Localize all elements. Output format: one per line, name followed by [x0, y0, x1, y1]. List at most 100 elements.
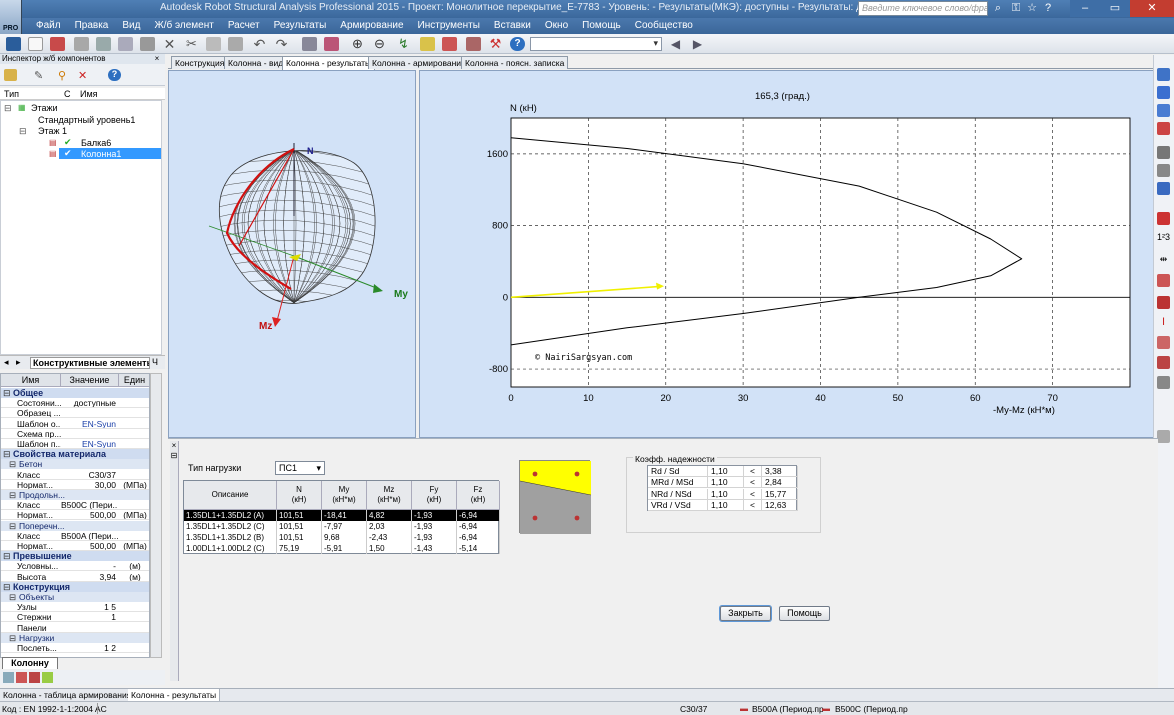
search-input[interactable]: Введите ключевое слово/фразу [858, 1, 988, 16]
loads-icon[interactable] [442, 37, 457, 51]
prop-row[interactable]: Шаблон о... EN-Syun [1, 419, 149, 429]
app-logo[interactable]: PRO [0, 0, 22, 34]
tab-column-notes[interactable]: Колонна - поясн. записка [461, 56, 569, 69]
redo-icon[interactable]: ↷ [274, 37, 289, 51]
props-scrollbar[interactable] [150, 373, 162, 658]
help-button[interactable]: Помощь [779, 606, 830, 621]
help-round-icon[interactable]: ? [510, 37, 525, 51]
view-selector[interactable] [530, 37, 662, 51]
table-row[interactable]: 1.35DL1+1.35DL2 (B) 101,51 9,68 -2,43 -1,93-… [184, 532, 500, 543]
rt-report-icon[interactable] [1157, 376, 1170, 389]
tree-beam[interactable]: Балка6 [81, 138, 111, 148]
rt-slab-icon[interactable] [1157, 122, 1170, 135]
rt-stirrup-icon[interactable] [1157, 164, 1170, 177]
rt-beam-icon[interactable] [1157, 104, 1170, 117]
rt-view-icon[interactable] [1157, 68, 1170, 81]
prop-row[interactable]: Послеть... 1 2 [1, 643, 149, 653]
prop-row[interactable]: Стержни 1 [1, 612, 149, 623]
menu-view[interactable]: Вид [115, 18, 147, 31]
workspace-icon[interactable] [6, 37, 21, 51]
prop-group[interactable]: ⊟ Конструкция [1, 581, 149, 592]
open-folder-icon[interactable] [96, 37, 111, 51]
table-row[interactable]: 1.35DL1+1.35DL2 (A) 101,51 -18,41 4,82 -1,93… [184, 510, 500, 521]
display-icon[interactable] [302, 37, 317, 51]
prop-row[interactable]: Нормат... 500,00 (МПа) [1, 541, 149, 551]
tab-structural-elements[interactable]: Конструктивные элементы [30, 357, 150, 369]
prop-row[interactable]: Условны... - (м) [1, 561, 149, 572]
menu-results[interactable]: Результаты [267, 18, 334, 31]
materials-icon[interactable] [466, 37, 481, 51]
delete-icon[interactable]: ✕ [162, 37, 177, 51]
rt-node-icon[interactable] [1157, 336, 1170, 349]
tab-next[interactable]: Ч [152, 357, 158, 367]
props-header-value[interactable]: Значение [61, 374, 119, 387]
rt-support-icon[interactable] [1157, 296, 1170, 309]
close-button[interactable]: Закрыть [720, 606, 771, 621]
maximize-button[interactable]: ▭ [1100, 0, 1130, 17]
menu-edit[interactable]: Правка [68, 18, 116, 31]
load-header[interactable]: Fy (кН) [412, 481, 457, 510]
prop-group[interactable]: ⊟ Объекты [1, 592, 149, 602]
table-row[interactable]: 1.35DL1+1.35DL2 (C) 101,51 -7,97 2,03 -1,93-… [184, 521, 500, 532]
new-file-icon[interactable] [28, 37, 43, 51]
menu-window[interactable]: Окно [538, 18, 575, 31]
tab-scroll-left-icon[interactable]: ◂ [4, 357, 9, 368]
wtab-column-results[interactable]: Колонна - результаты [128, 689, 221, 701]
tab-scroll-right-icon[interactable]: ▸ [16, 357, 21, 368]
table-icon[interactable] [324, 37, 339, 51]
col-name[interactable]: Имя [80, 89, 98, 99]
prop-row[interactable]: Класс B500C (Пери... [1, 500, 149, 511]
panel-close-icon[interactable]: × [170, 442, 178, 450]
menu-help[interactable]: Помощь [575, 18, 628, 31]
collapse-icon[interactable]: ⊟ [19, 126, 27, 137]
prop-row[interactable]: Схема пр... [1, 429, 149, 439]
filter-icon[interactable]: ⚲ [58, 69, 71, 82]
star-icon[interactable]: ☆ [1024, 1, 1040, 16]
rt-load-icon[interactable] [1157, 274, 1170, 287]
note-icon[interactable] [42, 672, 53, 683]
col-type[interactable]: Тип [4, 89, 19, 99]
tab-column-reinforcement[interactable]: Колонна - армирование [368, 56, 470, 69]
interaction-surface-3d-view[interactable]: N My Mz [168, 70, 416, 438]
menu-tools[interactable]: Инструменты [411, 18, 487, 31]
tab-column[interactable]: Колонну [2, 657, 58, 669]
prop-group[interactable]: ⊟ Нагрузки [1, 632, 149, 643]
beam-small-icon[interactable] [29, 672, 40, 683]
prop-group[interactable]: ⊟ Общее [1, 388, 149, 398]
load-header[interactable]: My (кН*м) [322, 481, 367, 510]
panel-pin-icon[interactable]: ⊟ [170, 452, 178, 460]
tree-floors[interactable]: Этажи [31, 103, 58, 113]
prop-row[interactable]: Состояни... доступные [1, 398, 149, 409]
prop-row[interactable]: Узлы 1 5 [1, 602, 149, 613]
minimize-button[interactable]: – [1070, 0, 1100, 17]
table-row[interactable]: 1.00DL1+1.00DL2 (C) 75,19 -5,91 1,50 -1,43 -5… [184, 543, 500, 554]
preview-icon[interactable] [118, 37, 133, 51]
collapse-icon[interactable]: ⊟ [4, 103, 12, 114]
tools-icon[interactable]: ⚒ [488, 37, 503, 51]
tree-floor-1[interactable]: Этаж 1 [38, 126, 67, 136]
rt-section-icon[interactable] [1157, 182, 1170, 195]
prop-group[interactable]: ⊟ Превышение [1, 551, 149, 562]
tree-std-level[interactable]: Стандартный уровень1 [38, 115, 135, 125]
prop-row[interactable]: Шаблон п... EN-Syun [1, 439, 149, 449]
rt-rebar-icon[interactable] [1157, 146, 1170, 159]
arrow-left-icon[interactable]: ◀ [668, 37, 683, 51]
menu-file[interactable]: Файл [22, 18, 68, 31]
help-icon[interactable]: ? [1040, 1, 1056, 16]
prop-group[interactable]: ⊟ Свойства материала [1, 449, 149, 460]
export-icon[interactable] [140, 37, 155, 51]
model-icon[interactable] [420, 37, 435, 51]
prop-group[interactable]: ⊟ Продольн... [1, 490, 149, 500]
zoom-in-icon[interactable]: ⊕ [350, 37, 365, 51]
prop-row[interactable]: Класс C30/37 [1, 470, 149, 480]
brick-icon[interactable] [16, 672, 27, 683]
menu-analysis[interactable]: Расчет [221, 18, 267, 31]
interaction-diagram-chart[interactable]: 165,3 (град.) N (кН) -My-Mz (кН*м) © Nai… [419, 70, 1159, 438]
close-window-button[interactable]: ✕ [1130, 0, 1174, 17]
prop-group[interactable]: ⊟ Поперечн... [1, 520, 149, 531]
prop-row[interactable]: Нормат... 30,00 (МПа) [1, 480, 149, 490]
rt-grid-icon[interactable] [1157, 212, 1170, 225]
tree-column[interactable]: Колонна1 [81, 149, 121, 159]
arrow-right-icon[interactable]: ▶ [690, 37, 705, 51]
tab-column-view[interactable]: Колонна - вид [224, 56, 288, 69]
